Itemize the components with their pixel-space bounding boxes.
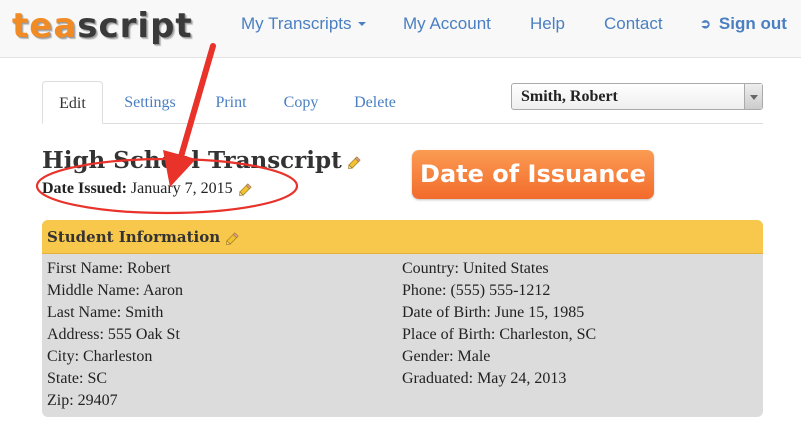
field-place-of-birth: Place of Birth: Charleston, SC <box>402 326 597 343</box>
select-arrow-icon[interactable] <box>744 84 762 109</box>
field-phone: Phone: (555) 555-1212 <box>402 282 551 299</box>
page-title: High School Transcript <box>42 146 362 176</box>
field-country: Country: United States <box>402 260 549 277</box>
field-city: City: Charleston <box>47 348 153 365</box>
field-state: State: SC <box>47 370 108 387</box>
student-info-left-column: First Name: Robert Middle Name: Aaron La… <box>47 258 183 412</box>
student-info-right-column: Country: United States Phone: (555) 555-… <box>402 258 596 390</box>
top-navbar: teascript My Transcripts My Account Help… <box>0 0 801 58</box>
field-date-of-birth: Date of Birth: June 15, 1985 <box>402 304 585 321</box>
date-of-issuance-badge: Date of Issuance <box>412 150 654 199</box>
date-issued-label: Date Issued: <box>42 180 127 197</box>
field-address: Address: 555 Oak St <box>47 326 180 343</box>
nav-my-transcripts[interactable]: My Transcripts <box>241 14 366 34</box>
field-middle-name: Middle Name: Aaron <box>47 282 183 299</box>
tab-copy[interactable]: Copy <box>272 81 330 124</box>
pencil-icon[interactable] <box>225 231 240 246</box>
student-select[interactable]: Smith, Robert <box>511 83 763 110</box>
tab-edit[interactable]: Edit <box>42 81 103 124</box>
student-information-panel: Student Information First Name: Robert M… <box>42 220 763 417</box>
nav-help[interactable]: Help <box>530 14 565 34</box>
date-issued-value: January 7, 2015 <box>130 180 233 197</box>
tab-settings[interactable]: Settings <box>110 81 190 124</box>
field-gender: Gender: Male <box>402 348 491 365</box>
date-issued-row: Date Issued: January 7, 2015 <box>42 178 253 200</box>
student-select-value: Smith, Robert <box>521 88 618 105</box>
pencil-icon[interactable] <box>347 155 362 170</box>
field-zip: Zip: 29407 <box>47 392 118 409</box>
field-last-name: Last Name: Smith <box>47 304 164 321</box>
student-information-header: Student Information <box>42 220 763 254</box>
field-graduated: Graduated: May 24, 2013 <box>402 370 567 387</box>
sign-out-icon: ➲ <box>700 16 711 31</box>
logo-tea: tea <box>12 6 78 46</box>
page-title-text: High School Transcript <box>42 147 342 174</box>
nav-contact[interactable]: Contact <box>604 14 663 34</box>
tab-delete[interactable]: Delete <box>343 81 407 124</box>
tab-print[interactable]: Print <box>203 81 259 124</box>
nav-sign-out-label: Sign out <box>718 14 787 33</box>
nav-my-account[interactable]: My Account <box>403 14 491 34</box>
nav-my-transcripts-label: My Transcripts <box>241 14 352 33</box>
field-first-name: First Name: Robert <box>47 260 171 277</box>
teascript-logo[interactable]: teascript <box>12 6 193 46</box>
pencil-icon[interactable] <box>238 182 253 197</box>
caret-down-icon <box>357 22 366 26</box>
nav-sign-out[interactable]: ➲ Sign out <box>700 14 787 34</box>
logo-script: script <box>77 6 193 46</box>
student-information-title: Student Information <box>47 228 221 246</box>
